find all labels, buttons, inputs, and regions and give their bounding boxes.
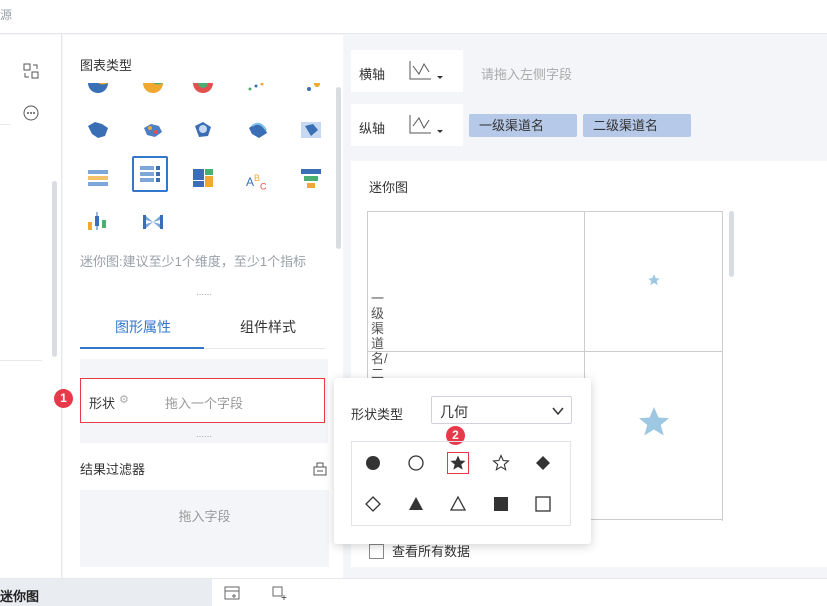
funnel-chart-icon[interactable] (299, 166, 323, 190)
treemap-chart-icon[interactable] (191, 166, 215, 190)
resize-handle[interactable]: ⋯⋯ (196, 432, 212, 441)
shape-label: 形状 (89, 396, 116, 411)
y-axis-settings-icon[interactable] (407, 112, 445, 138)
chart-config-pane: 图表类型 ABC 迷你图:建议至少1个维度，至少1个指标 ⋯⋯ 图形属性 组件样… (54, 35, 343, 578)
hollow-diamond-icon[interactable] (363, 494, 383, 514)
star-mark-large (639, 407, 669, 436)
candlestick-chart-icon[interactable] (86, 210, 110, 234)
more-icon[interactable] (22, 105, 40, 123)
tab-component-style[interactable]: 组件样式 (240, 317, 296, 337)
word-cloud-icon[interactable]: ABC (246, 166, 270, 191)
y-axis-label: 纵轴 (359, 121, 386, 136)
resize-handle[interactable]: ⋯⋯ (196, 290, 212, 299)
region-map-icon[interactable] (299, 118, 323, 142)
shape-field-dropzone[interactable]: 形状 ⚙ 拖入一个字段 (80, 378, 325, 423)
hollow-triangle-icon[interactable] (448, 494, 468, 514)
y-axis-title: 一级渠道名/二 (371, 291, 388, 381)
grid-line (367, 351, 723, 352)
filled-triangle-icon[interactable] (406, 494, 426, 514)
rose-chart-icon[interactable] (191, 83, 215, 107)
mini-chart-type-selected[interactable] (132, 156, 168, 192)
field-chip-level1[interactable]: 一级渠道名 (469, 114, 577, 137)
step-badge-1: 1 (54, 389, 73, 408)
map-chart-icon[interactable] (86, 118, 110, 142)
shape-grid (351, 441, 571, 526)
x-axis-label: 横轴 (359, 67, 386, 82)
filled-circle-icon[interactable] (363, 453, 383, 473)
x-axis-row: 横轴 请拖入左侧字段 (351, 50, 827, 92)
shape-type-popover: 形状类型 几何 2 (334, 378, 591, 544)
show-all-data-label: 查看所有数据 (392, 544, 471, 559)
field-chip-level2[interactable]: 二级渠道名 (583, 114, 691, 137)
switch-view-icon[interactable] (22, 63, 40, 81)
breadcrumb: 源 (0, 8, 13, 22)
chart-type-hint: 迷你图:建议至少1个维度，至少1个指标 (80, 254, 307, 269)
filled-diamond-icon[interactable] (533, 453, 553, 473)
star-mark-small (648, 274, 660, 286)
shape-type-value: 几何 (440, 404, 468, 420)
pie-chart-icon[interactable] (141, 83, 165, 107)
data-pane (0, 35, 62, 578)
scatter-chart-icon[interactable] (246, 83, 270, 107)
flow-map-icon[interactable] (246, 118, 270, 142)
filled-star-icon[interactable] (447, 452, 469, 474)
x-axis-placeholder: 请拖入左侧字段 (481, 67, 573, 82)
chevron-down-icon (552, 407, 564, 416)
chart-title: 迷你图 (369, 180, 409, 195)
sankey-chart-icon[interactable] (141, 210, 165, 234)
shape-type-select[interactable]: 几何 (431, 396, 572, 424)
y-axis-row: 纵轴 一级渠道名 二级渠道名 (351, 104, 827, 146)
active-tab-indicator (80, 347, 204, 349)
scrollbar[interactable] (729, 211, 734, 277)
divider (0, 360, 42, 361)
checkbox[interactable] (369, 544, 384, 559)
tab-shape-properties[interactable]: 图形属性 (115, 317, 171, 337)
result-filter-title: 结果过滤器 (80, 462, 146, 477)
shape-placeholder: 拖入一个字段 (165, 396, 244, 411)
hollow-star-icon[interactable] (491, 453, 511, 473)
gear-icon[interactable]: ⚙ (119, 393, 129, 406)
add-component-icon[interactable] (224, 585, 240, 601)
add-dashboard-icon[interactable] (272, 585, 288, 601)
sheet-tab-active[interactable]: 迷你图 (0, 579, 212, 606)
filter-settings-icon[interactable] (312, 461, 328, 477)
grid-line (722, 212, 723, 521)
filled-square-icon[interactable] (491, 494, 511, 514)
result-filter-dropzone[interactable]: 拖入字段 (80, 490, 329, 567)
sheet-tab-label: 迷你图 (0, 589, 40, 604)
scrollbar[interactable] (52, 181, 57, 357)
chart-type-title: 图表类型 (80, 58, 133, 73)
scrollbar[interactable] (336, 87, 341, 249)
property-tabs: 图形属性 组件样式 (80, 301, 326, 349)
bottom-bar: 迷你图 (0, 578, 827, 606)
point-map-icon[interactable] (141, 118, 165, 142)
pie-chart-icon[interactable] (86, 83, 110, 107)
x-axis-settings-icon[interactable] (407, 58, 445, 84)
divider (0, 124, 10, 125)
table-chart-icon[interactable] (86, 166, 110, 190)
hollow-circle-icon[interactable] (406, 453, 426, 473)
x-axis-dropzone[interactable]: 请拖入左侧字段 (463, 50, 827, 92)
shape-type-label: 形状类型 (351, 407, 404, 422)
top-bar: 源 (0, 0, 827, 34)
bubble-chart-icon[interactable] (299, 83, 323, 107)
hollow-square-icon[interactable] (533, 494, 553, 514)
heat-map-icon[interactable] (191, 118, 215, 142)
result-filter-placeholder: 拖入字段 (178, 509, 231, 524)
y-axis-dropzone[interactable]: 一级渠道名 二级渠道名 (463, 104, 827, 146)
